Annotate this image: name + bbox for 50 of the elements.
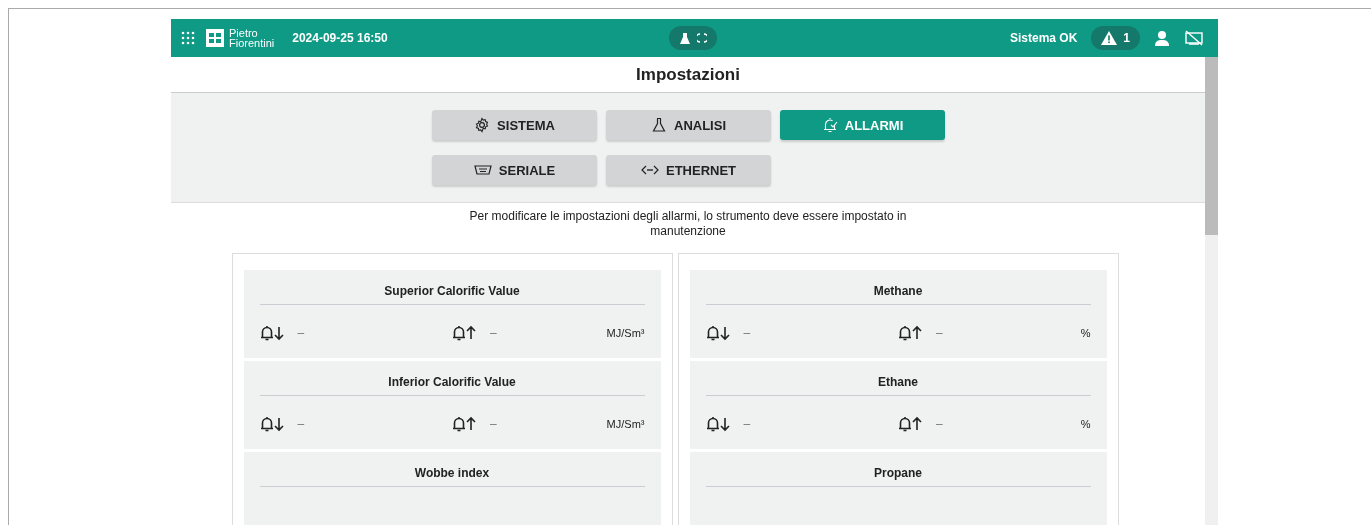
high-threshold-value: –: [490, 326, 497, 340]
analysis-status-pill[interactable]: [668, 26, 717, 50]
high-alarm-bell-icon: [898, 325, 922, 341]
low-alarm-bell-icon: [705, 325, 730, 341]
scrollbar-thumb[interactable]: [1205, 57, 1218, 235]
user-icon[interactable]: [1154, 30, 1170, 46]
settings-tab[interactable]: ALLARMI: [780, 110, 945, 140]
high-threshold-value: –: [936, 326, 943, 340]
system-status: Sistema OK: [1009, 31, 1078, 45]
low-alarm-bell-icon: [259, 416, 284, 432]
parameter-name: Superior Calorific Value: [259, 270, 645, 305]
app-grid-icon[interactable]: [181, 31, 195, 45]
code-brackets-icon: [640, 164, 659, 176]
low-alarm-bell-icon: [259, 325, 284, 341]
logo-text: Pietro Fiorentini: [229, 28, 275, 48]
parameter-name: Inferior Calorific Value: [259, 361, 645, 396]
settings-tab[interactable]: ETHERNET: [606, 155, 771, 185]
gear-icon: [474, 117, 491, 133]
parameter-name: Ethane: [705, 361, 1091, 396]
monitor-off-icon[interactable]: [1184, 30, 1204, 46]
low-threshold-value: –: [743, 326, 751, 340]
parentheses-icon: [696, 33, 707, 43]
low-alarm-bell-icon: [705, 416, 730, 432]
date-time: 2024-09-25 16:50: [292, 31, 388, 45]
low-threshold-value: –: [297, 326, 305, 340]
alarm-count-badge[interactable]: 1: [1091, 26, 1140, 50]
parameter-name: Propane: [705, 452, 1091, 487]
settings-tab[interactable]: ANALISI: [606, 110, 771, 140]
low-threshold-value: –: [297, 417, 305, 431]
low-threshold-value: –: [743, 417, 751, 431]
logo-icon: [205, 28, 225, 48]
unit-label: MJ/Sm³: [606, 418, 645, 430]
high-alarm-bell-icon: [898, 416, 922, 432]
serial-port-icon: [473, 164, 492, 176]
high-threshold-value: –: [936, 417, 943, 431]
unit-label: MJ/Sm³: [606, 327, 645, 339]
parameter-name: Methane: [705, 270, 1091, 305]
unit-label: %: [1080, 418, 1091, 430]
settings-tab[interactable]: SERIALE: [432, 155, 597, 185]
high-alarm-bell-icon: [452, 325, 476, 341]
flask-icon: [651, 117, 667, 133]
parameter-name: Wobbe index: [259, 452, 645, 487]
high-alarm-bell-icon: [452, 416, 476, 432]
maintenance-notice: Per modificare le impostazioni degli allarmi, lo strumento deve essere impostato in manutenzione: [468, 209, 908, 239]
flask-icon: [678, 31, 691, 45]
unit-label: %: [1080, 327, 1091, 339]
bell-icon: [821, 117, 838, 133]
settings-tab[interactable]: SISTEMA: [432, 110, 597, 140]
scrollbar[interactable]: [1205, 57, 1218, 525]
high-threshold-value: –: [490, 417, 497, 431]
